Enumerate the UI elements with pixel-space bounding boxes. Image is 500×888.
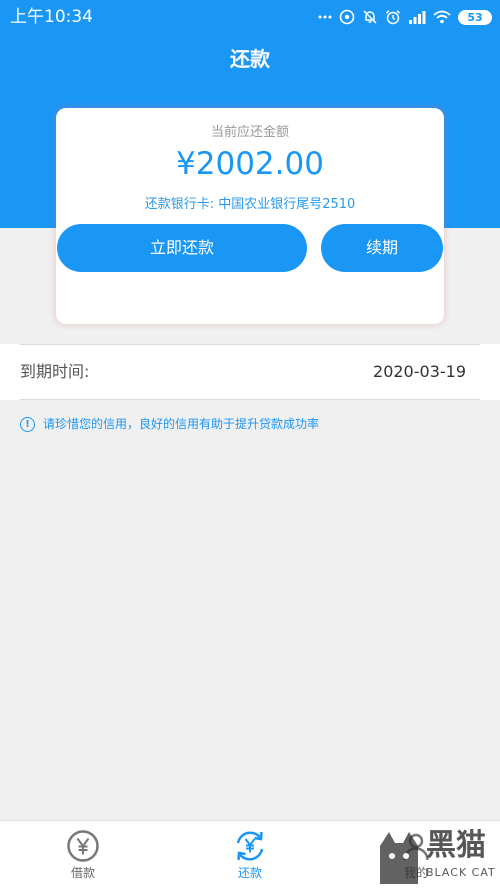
hotspot-icon [339,9,355,25]
repay-cycle-icon [233,829,267,863]
pay-now-button[interactable]: 立即还款 [57,224,307,272]
info-icon: ! [20,416,35,432]
signal-dots-icon [318,10,332,24]
status-time: 上午10:34 [10,7,93,27]
bank-card-info: 还款银行卡: 中国农业银行尾号2510 [144,197,356,212]
battery-indicator: 53 [458,9,492,25]
renew-button[interactable]: 续期 [321,224,443,272]
muted-bell-icon [362,9,378,25]
nav-item-borrow[interactable]: 借款 [33,829,133,881]
watermark-text: 黑猫 [426,828,486,863]
wifi-icon [433,10,451,24]
nav-label-borrow: 借款 [70,866,95,880]
nav-label-repay: 还款 [237,866,262,880]
credit-tip-text: 请珍惜您的信用，良好的信用有助于提升贷款成功率 [43,417,320,431]
cat-logo-icon [380,832,418,884]
status-bar: 上午10:34 53 [0,0,500,34]
due-date-row: 到期时间: 2020-03-19 [0,344,500,400]
credit-tip: ! 请珍惜您的信用，良好的信用有助于提升贷款成功率 [20,414,319,434]
status-icons: 53 [318,7,492,27]
yen-circle-icon [66,829,100,863]
watermark-subtext: BLACK CAT [426,866,496,879]
amount-label: 当前应还金额 [210,125,289,140]
amount-card: 当前应还金额 ¥2002.00 还款银行卡: 中国农业银行尾号2510 [56,108,444,324]
amount-value: ¥2002.00 [176,146,324,182]
page-title: 还款 [230,47,270,71]
divider [20,399,480,400]
divider [20,344,480,345]
due-date-value: 2020-03-19 [373,362,466,381]
alarm-icon [385,9,401,25]
cell-signal-icon [408,10,426,24]
nav-item-repay[interactable]: 还款 [200,829,300,881]
due-date-label: 到期时间: [20,362,90,381]
black-cat-watermark: 黑猫 BLACK CAT [376,828,496,886]
